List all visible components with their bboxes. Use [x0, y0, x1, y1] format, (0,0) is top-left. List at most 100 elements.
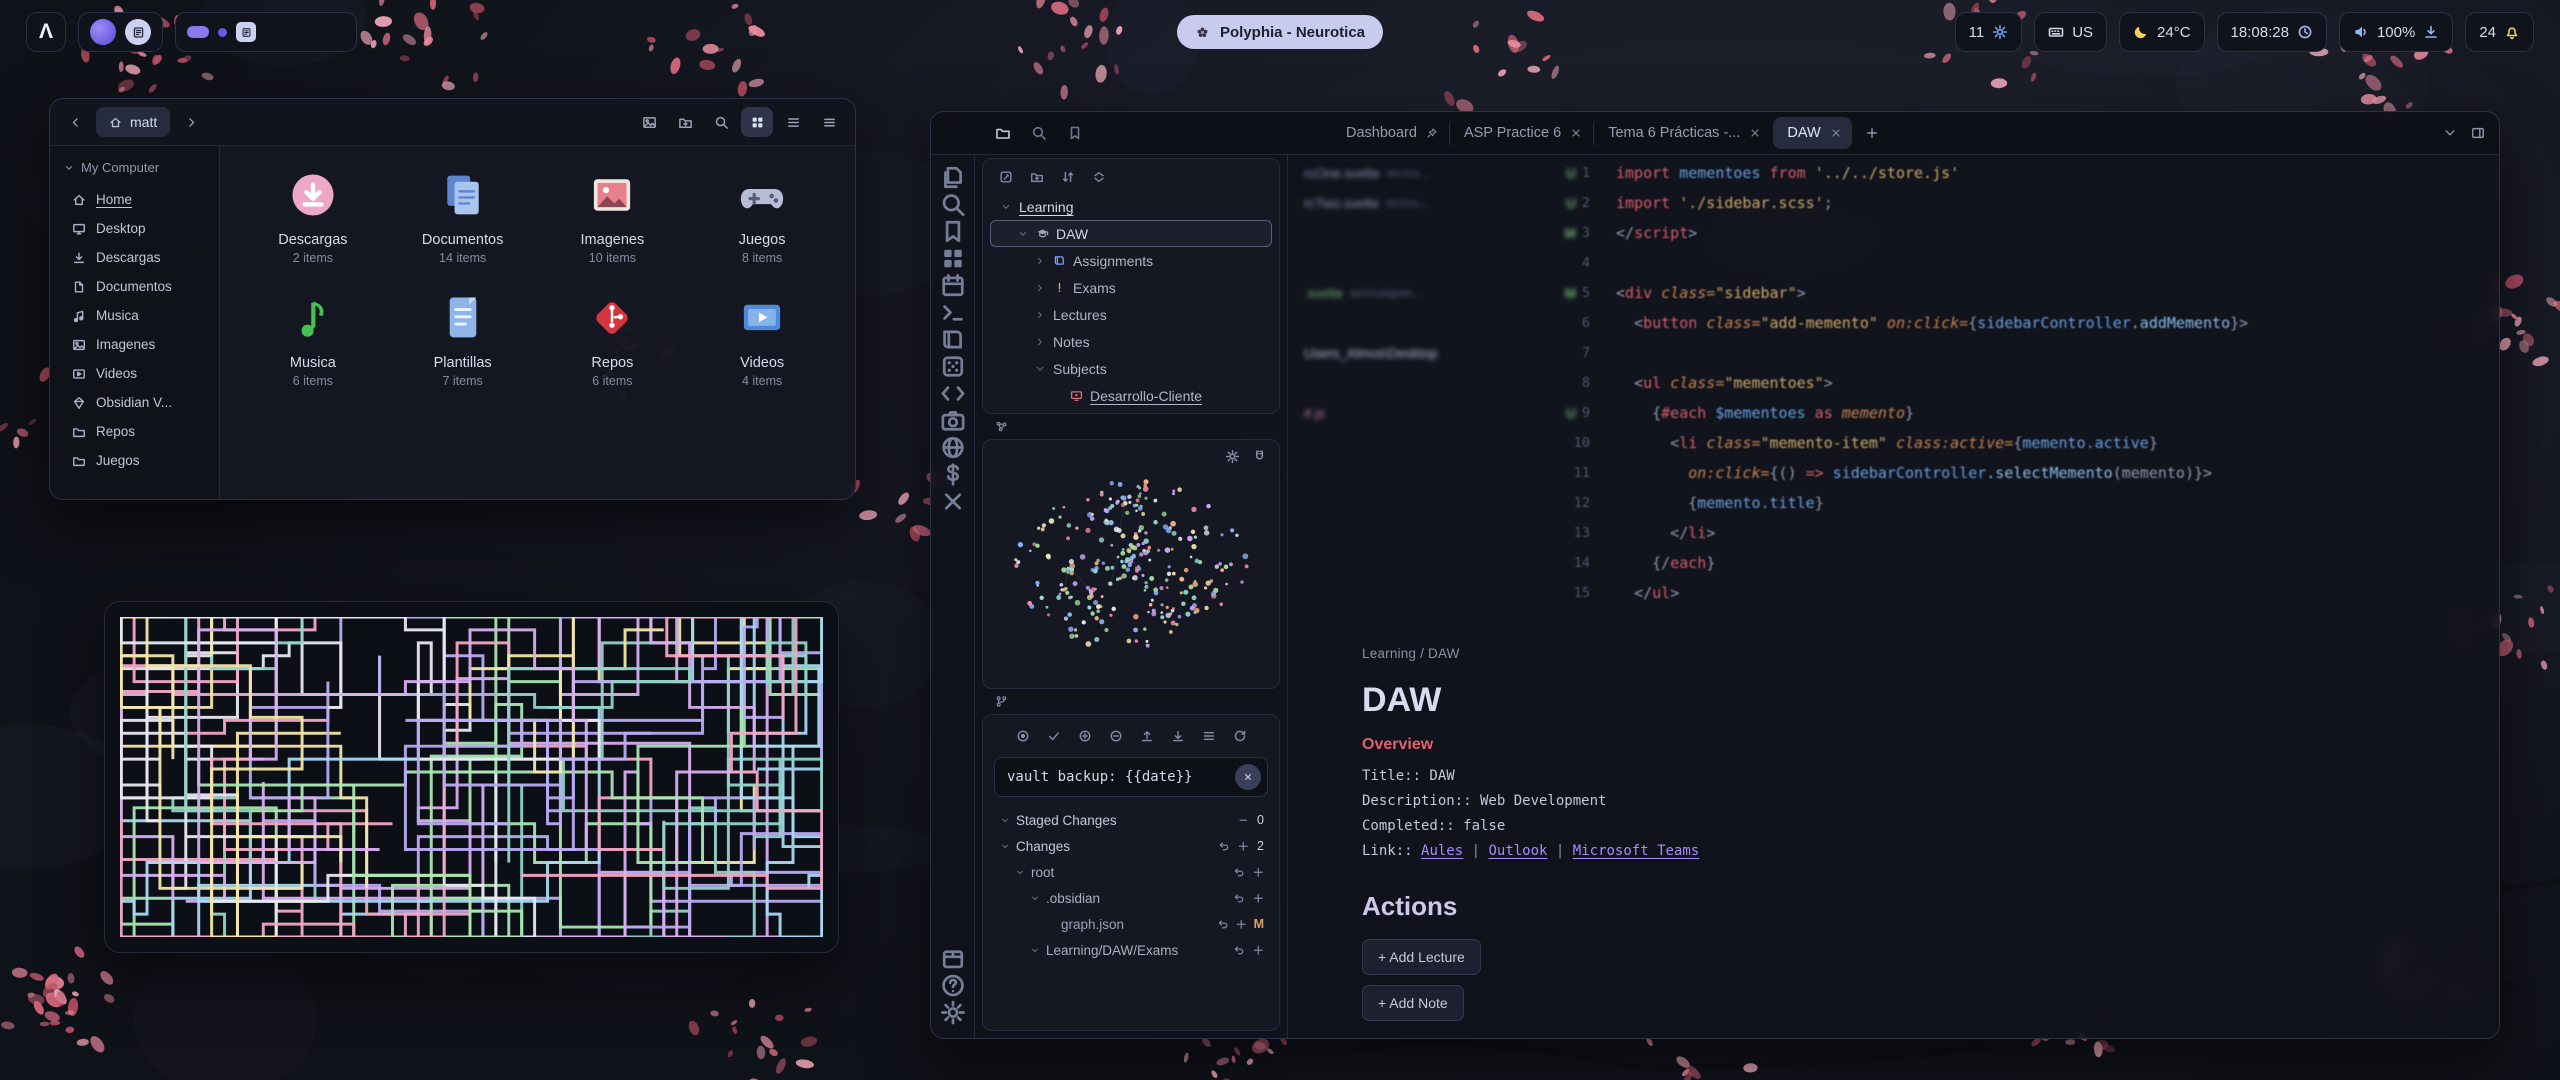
clear-commit-message-button[interactable]	[1235, 764, 1261, 790]
discard-icon[interactable]	[1233, 892, 1246, 905]
tree-item-desarrollo-cliente[interactable]: Desarrollo-Cliente	[990, 382, 1272, 409]
sidebar-item-desktop[interactable]: Desktop	[58, 214, 211, 243]
ribbon-camera[interactable]	[939, 407, 967, 434]
git-row-root[interactable]: root	[992, 859, 1270, 885]
folder-plantillas[interactable]: Plantillas 7 items	[388, 289, 538, 388]
sidebar-item-home[interactable]: Home	[58, 185, 211, 214]
discard-icon[interactable]	[1233, 944, 1246, 957]
note-link[interactable]: Microsoft Teams	[1573, 843, 1699, 859]
git-upload[interactable]	[1134, 724, 1160, 748]
sidebar-item-obsidian-v[interactable]: Obsidian V...	[58, 388, 211, 417]
module-clock[interactable]: 18:08:28	[2217, 12, 2327, 52]
side-tab-folder[interactable]	[995, 125, 1011, 141]
sidebar-item-videos[interactable]: Videos	[58, 359, 211, 388]
ribbon-gear[interactable]	[939, 999, 967, 1026]
sidebar-item-juegos[interactable]: Juegos	[58, 446, 211, 475]
stage-icon[interactable]	[1252, 866, 1265, 879]
fm-tool-new-folder[interactable]	[669, 107, 701, 137]
sidebar-item-repos[interactable]: Repos	[58, 417, 211, 446]
tree-item-learning[interactable]: Learning	[990, 193, 1272, 220]
ribbon-dollar[interactable]	[939, 461, 967, 488]
tab-dashboard[interactable]: Dashboard	[1332, 117, 1448, 149]
forward-button[interactable]	[176, 107, 206, 137]
git-minus-circle[interactable]	[1103, 724, 1129, 748]
graph-pane-tab[interactable]	[982, 414, 1280, 439]
sidebar-item-musica[interactable]: Musica	[58, 301, 211, 330]
module-client-count[interactable]: 11	[1955, 12, 2023, 52]
tree-item-lectures[interactable]: Lectures	[990, 301, 1272, 328]
graph-tool-gear[interactable]	[1225, 449, 1240, 464]
explorer-tool-sort[interactable]	[1061, 170, 1075, 184]
ribbon-question[interactable]	[939, 972, 967, 999]
fm-tool-grid-view[interactable]	[741, 107, 773, 137]
workspace-active-indicator[interactable]	[187, 26, 209, 38]
stage-icon[interactable]	[1235, 918, 1248, 931]
color-wheel-button[interactable]	[90, 19, 116, 45]
tab-list-chevron-icon[interactable]	[2443, 126, 2457, 140]
commit-message-input[interactable]	[994, 757, 1268, 797]
close-tab-icon[interactable]	[1570, 127, 1582, 139]
tab-daw[interactable]: DAW	[1773, 117, 1851, 149]
close-tab-icon[interactable]	[1830, 127, 1842, 139]
sidebar-header[interactable]: My Computer	[58, 156, 211, 185]
side-tab-search[interactable]	[1031, 125, 1047, 141]
fm-tool-list-view[interactable]	[777, 107, 809, 137]
module-notifications[interactable]: 24	[2465, 12, 2534, 52]
discard-icon[interactable]	[1233, 866, 1246, 879]
folder-juegos[interactable]: Juegos 8 items	[687, 166, 837, 265]
ribbon-close[interactable]	[939, 488, 967, 515]
stage-icon[interactable]	[1252, 944, 1265, 957]
ribbon-dice[interactable]	[939, 353, 967, 380]
back-button[interactable]	[60, 107, 90, 137]
explorer-tool-edit[interactable]	[999, 170, 1013, 184]
sidebar-item-descargas[interactable]: Descargas	[58, 243, 211, 272]
folder-imagenes[interactable]: Imagenes 10 items	[538, 166, 688, 265]
module-weather[interactable]: 24°C	[2119, 12, 2205, 52]
toggle-right-sidebar-icon[interactable]	[2471, 126, 2485, 140]
git-pane-tab[interactable]	[982, 689, 1280, 714]
note-link[interactable]: Outlook	[1488, 843, 1547, 859]
git-refresh[interactable]	[1227, 724, 1253, 748]
local-graph[interactable]	[983, 440, 1279, 688]
git-circle-dot[interactable]	[1010, 724, 1036, 748]
git-plus-circle[interactable]	[1072, 724, 1098, 748]
side-tab-bookmark[interactable]	[1067, 125, 1083, 141]
sidebar-item-imagenes[interactable]: Imagenes	[58, 330, 211, 359]
tree-item-subjects[interactable]: Subjects	[990, 355, 1272, 382]
action-button-add-lecture[interactable]: + Add Lecture	[1362, 939, 1481, 975]
launcher-logo-button[interactable]: Λ	[26, 12, 66, 52]
stage-icon[interactable]	[1237, 814, 1250, 827]
ribbon-terminal[interactable]	[939, 299, 967, 326]
fm-tool-menu[interactable]	[813, 107, 845, 137]
ribbon-globe[interactable]	[939, 434, 967, 461]
git-download-tray[interactable]	[1165, 724, 1191, 748]
note-link[interactable]: Aules	[1421, 843, 1463, 859]
folder-videos[interactable]: Videos 4 items	[687, 289, 837, 388]
git-row-graph-json[interactable]: graph.json M	[992, 911, 1270, 937]
fm-tool-preview-toggle[interactable]	[633, 107, 665, 137]
discard-icon[interactable]	[1218, 840, 1231, 853]
new-tab-button[interactable]	[1858, 119, 1886, 147]
git-row-staged-changes[interactable]: Staged Changes 0	[992, 807, 1270, 833]
fm-tool-search[interactable]	[705, 107, 737, 137]
ribbon-grid[interactable]	[939, 245, 967, 272]
sidebar-item-documentos[interactable]: Documentos	[58, 272, 211, 301]
ribbon-box[interactable]	[939, 945, 967, 972]
folder-documentos[interactable]: Documentos 14 items	[388, 166, 538, 265]
ribbon-files[interactable]	[939, 164, 967, 191]
notes-button[interactable]	[125, 19, 151, 45]
git-row-obsidian[interactable]: .obsidian	[992, 885, 1270, 911]
tree-item-daw[interactable]: DAW	[990, 220, 1272, 247]
stage-icon[interactable]	[1237, 840, 1250, 853]
ribbon-bookmark[interactable]	[939, 218, 967, 245]
ribbon-code[interactable]	[939, 380, 967, 407]
module-keyboard-layout[interactable]: US	[2034, 12, 2107, 52]
folder-musica[interactable]: Musica 6 items	[238, 289, 388, 388]
git-check[interactable]	[1041, 724, 1067, 748]
git-row-learning-daw-exams[interactable]: Learning/DAW/Exams	[992, 937, 1270, 963]
module-volume[interactable]: 100%	[2339, 12, 2453, 52]
stage-icon[interactable]	[1252, 892, 1265, 905]
tree-item-notes[interactable]: Notes	[990, 328, 1272, 355]
git-list[interactable]	[1196, 724, 1222, 748]
explorer-tool-folder-plus[interactable]	[1030, 170, 1044, 184]
